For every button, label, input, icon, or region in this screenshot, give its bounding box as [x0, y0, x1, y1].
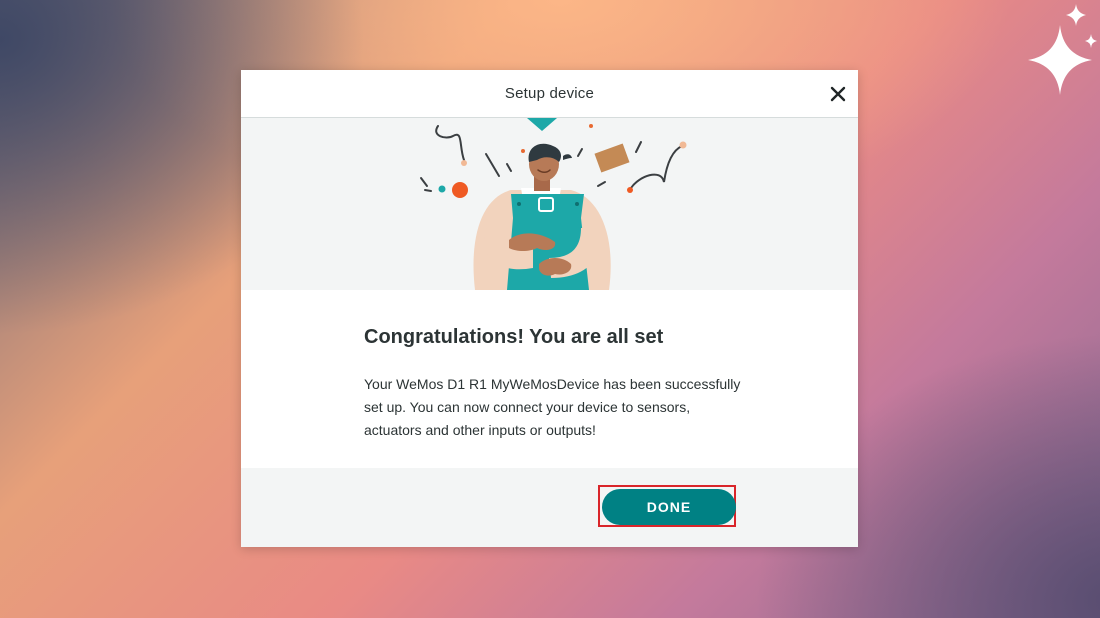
success-message: Your WeMos D1 R1 MyWeMosDevice has been … — [364, 376, 741, 438]
dialog-header: Setup device — [241, 70, 858, 118]
dialog-footer: DONE — [241, 468, 858, 547]
close-icon — [830, 86, 846, 102]
setup-device-dialog: Setup device Congratulations! You are al… — [241, 70, 858, 547]
done-button[interactable]: DONE — [602, 489, 736, 525]
close-button[interactable] — [824, 80, 852, 108]
success-headline: Congratulations! You are all set — [364, 326, 664, 348]
illustration-panel — [241, 118, 858, 290]
sparkle-icon — [1028, 4, 1097, 95]
person-hugging-device-icon — [420, 118, 687, 290]
dialog-content: Congratulations! You are all set Your We… — [241, 290, 858, 467]
dialog-title: Setup device — [504, 85, 595, 102]
